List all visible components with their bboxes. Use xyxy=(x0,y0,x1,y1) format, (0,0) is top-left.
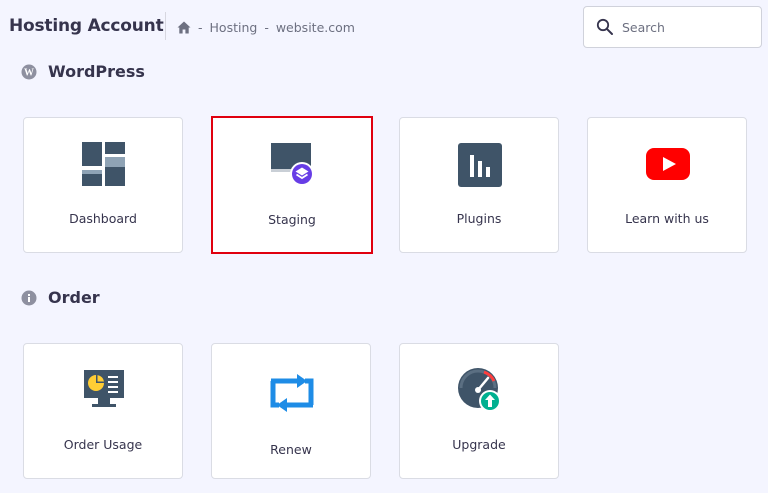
plugins-icon xyxy=(458,143,502,187)
breadcrumb-separator: - xyxy=(264,20,269,35)
section-title-wordpress: W WordPress xyxy=(21,62,145,81)
header: Hosting Account - Hosting - website.com xyxy=(0,0,768,54)
staging-icon xyxy=(271,143,314,186)
wordpress-icon: W xyxy=(21,64,37,79)
header-divider xyxy=(165,12,166,40)
search-box[interactable] xyxy=(583,6,762,48)
card-upgrade[interactable]: Upgrade xyxy=(399,343,559,479)
page-title: Hosting Account xyxy=(9,16,164,36)
section-title-order: Order xyxy=(21,288,100,307)
card-renew[interactable]: Renew xyxy=(211,343,371,479)
home-icon[interactable] xyxy=(177,21,191,34)
card-label: Learn with us xyxy=(625,211,709,226)
order-usage-icon xyxy=(84,370,124,407)
search-icon xyxy=(596,18,613,35)
card-label: Staging xyxy=(268,212,316,227)
card-dashboard[interactable]: Dashboard xyxy=(23,117,183,253)
breadcrumb-item-hosting[interactable]: Hosting xyxy=(210,20,258,35)
card-order-usage[interactable]: Order Usage xyxy=(23,343,183,479)
svg-text:W: W xyxy=(24,67,34,78)
card-label: Dashboard xyxy=(69,211,137,226)
card-label: Plugins xyxy=(456,211,502,226)
breadcrumb: - Hosting - website.com xyxy=(177,20,355,35)
youtube-icon xyxy=(646,148,690,180)
breadcrumb-separator: - xyxy=(198,20,203,35)
section-title-text: WordPress xyxy=(48,62,145,81)
section-title-text: Order xyxy=(48,288,100,307)
card-staging[interactable]: Staging xyxy=(211,116,373,254)
card-label: Upgrade xyxy=(452,437,506,452)
info-icon xyxy=(21,290,37,305)
dashboard-icon xyxy=(82,142,125,186)
renew-icon xyxy=(270,374,314,412)
card-learn-with-us[interactable]: Learn with us xyxy=(587,117,747,253)
upgrade-icon xyxy=(458,368,501,412)
breadcrumb-item-domain: website.com xyxy=(275,20,355,35)
search-input[interactable] xyxy=(622,17,752,37)
card-plugins[interactable]: Plugins xyxy=(399,117,559,253)
card-label: Order Usage xyxy=(63,437,143,452)
card-label: Renew xyxy=(270,442,312,457)
